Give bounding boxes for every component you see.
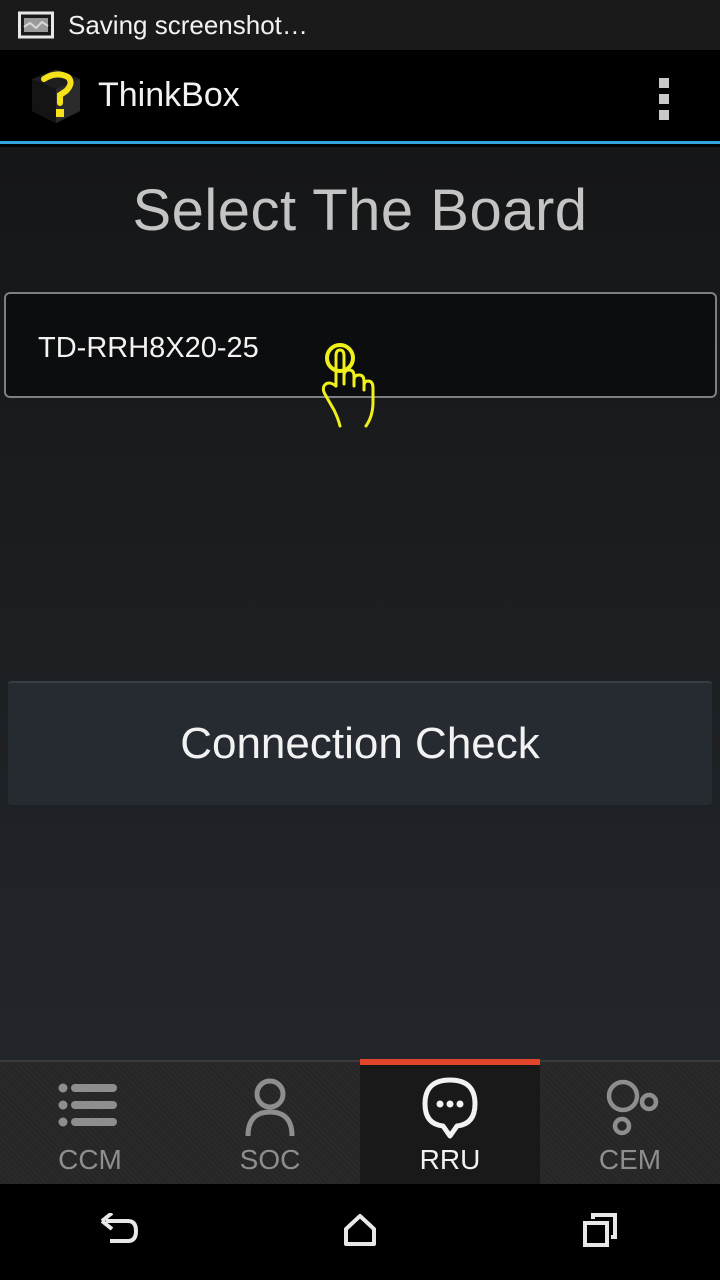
back-icon xyxy=(100,1210,140,1252)
overflow-menu-icon[interactable] xyxy=(654,78,674,120)
thinkbox-logo[interactable] xyxy=(28,65,84,127)
screen: Saving screenshot… ThinkBox Select The B… xyxy=(0,0,720,1280)
bubbles-icon xyxy=(595,1076,665,1140)
recents-button[interactable] xyxy=(500,1184,700,1280)
page-heading: Select The Board xyxy=(132,178,588,243)
home-button[interactable] xyxy=(260,1184,460,1280)
chat-bubble-icon xyxy=(415,1076,485,1140)
tab-label: CCM xyxy=(58,1144,122,1175)
touch-pointer-icon xyxy=(316,340,380,432)
tab-ccm[interactable]: CCM xyxy=(0,1062,180,1184)
tab-label: SOC xyxy=(239,1144,301,1175)
recents-icon xyxy=(583,1212,617,1252)
back-button[interactable] xyxy=(20,1184,220,1280)
menu-dot xyxy=(659,94,669,104)
app-title: ThinkBox xyxy=(98,76,240,114)
screenshot-icon xyxy=(18,11,54,39)
menu-dot xyxy=(659,78,669,88)
tab-label: CEM xyxy=(598,1144,662,1175)
status-notification-text: Saving screenshot… xyxy=(68,9,308,40)
bottom-tab-bar: CCM SOC RRU CEM xyxy=(0,1059,720,1184)
main-content: Select The Board TD-RRH8X20-25 Connectio… xyxy=(0,147,720,1060)
list-icon xyxy=(55,1076,125,1140)
person-icon xyxy=(235,1076,305,1140)
tab-cem[interactable]: CEM xyxy=(540,1062,720,1184)
home-icon xyxy=(343,1213,377,1252)
tab-soc[interactable]: SOC xyxy=(180,1062,360,1184)
board-select-value: TD-RRH8X20-25 xyxy=(38,332,259,364)
system-nav-bar xyxy=(0,1184,720,1280)
connection-check-button[interactable]: Connection Check xyxy=(8,681,712,805)
action-bar: ThinkBox xyxy=(0,50,720,144)
menu-dot xyxy=(659,110,669,120)
status-bar: Saving screenshot… xyxy=(0,0,720,50)
tab-rru[interactable]: RRU xyxy=(360,1059,540,1184)
tab-label: RRU xyxy=(419,1144,481,1175)
